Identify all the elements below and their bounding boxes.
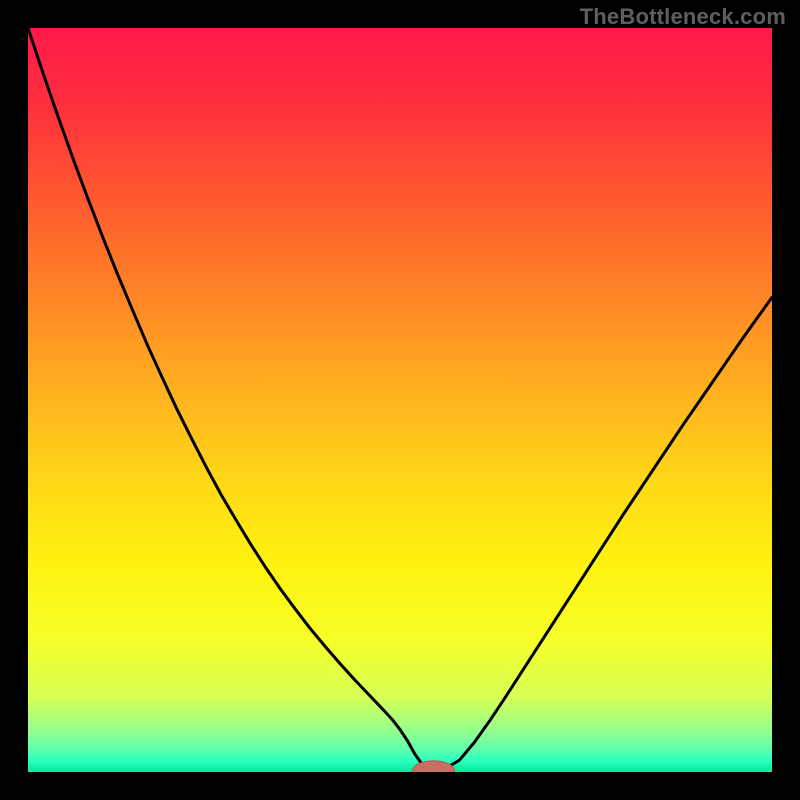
- chart-frame: TheBottleneck.com: [0, 0, 800, 800]
- plot-area: [28, 28, 772, 772]
- watermark-text: TheBottleneck.com: [580, 4, 786, 30]
- bottleneck-chart: [28, 28, 772, 772]
- gradient-background: [28, 28, 772, 772]
